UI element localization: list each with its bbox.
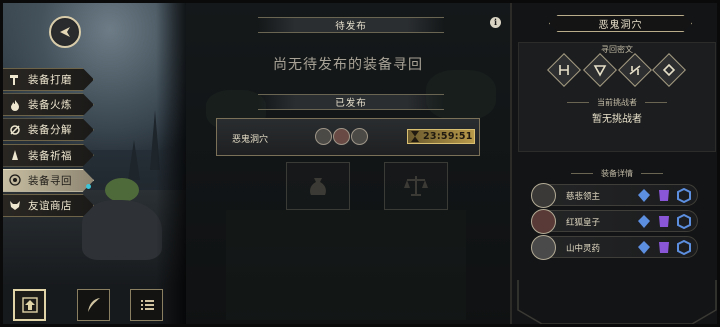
list-button[interactable] [130,289,163,321]
rune-symbol-icon [662,63,676,77]
scale-slot[interactable] [384,162,448,210]
equipment-portrait [531,183,556,208]
menu-item-forge[interactable]: 装备火炼 [0,93,94,117]
challenger-avatar [333,128,350,145]
menu-item-dismantle[interactable]: 装备分解 [0,118,94,142]
panel-shadow [156,0,186,327]
pending-header-label: 待发布 [335,21,367,32]
equipment-portrait [531,235,556,260]
plant-decoration [105,178,139,202]
quest-detail-panel: 恶鬼洞穴 寻回密文 当前挑战者 暂无挑战者 装备详情 慈悲领主 红狐皇子 山中灵… [510,0,720,327]
menu-item-friend-shop[interactable]: 友谊商店 [0,193,94,217]
menu-item-label: 装备祈福 [28,149,72,162]
fox-icon [8,198,22,212]
equipment-name: 山中灵药 [566,244,601,254]
ornate-frame-decoration [517,280,717,325]
challenger-avatar [315,128,332,145]
scene-panel: 装备打磨 装备火炼 装备分解 装备祈福 装备寻回 友谊商店 [0,0,186,327]
purple-armor-icon [659,216,669,227]
timer-value: 23:59:51 [423,131,473,142]
pray-icon [8,148,22,162]
hammer-icon [8,73,22,87]
menu-item-label: 友谊商店 [28,199,72,212]
rune-caption: 寻回密文 [601,45,633,54]
menu-item-label: 装备寻回 [28,174,72,187]
list-icon [140,300,154,310]
reward-slot[interactable] [286,162,350,210]
info-icon[interactable]: i [490,17,501,28]
purple-armor-icon [659,190,669,201]
menu-item-polish[interactable]: 装备打磨 [0,68,94,91]
blue-ring-icon [677,188,691,203]
menu-item-label: 装备火炼 [28,99,72,112]
upload-arrow-icon [21,297,38,313]
equipment-name: 红狐皇子 [566,218,601,228]
publish-button[interactable] [13,289,46,321]
rune-symbol-icon [629,65,641,75]
equipment-row[interactable]: 山中灵药 [531,235,698,260]
flame-icon [8,98,22,112]
side-menu: 装备打磨 装备火炼 装备分解 装备祈福 装备寻回 友谊商店 [0,68,94,219]
feather-button[interactable] [77,289,110,321]
challenger-caption-text: 当前挑战者 [597,98,637,107]
published-quest-row[interactable]: 恶鬼洞穴 23:59:51 [216,118,480,156]
blue-gem-icon [638,189,650,202]
quest-name: 恶鬼洞穴 [232,135,269,145]
money-bag-icon [310,178,326,195]
pending-header: 待发布 [258,17,444,33]
balance-scale-icon [404,176,428,196]
target-icon [8,173,22,187]
equipment-row[interactable]: 红狐皇子 [531,209,698,234]
scatter-icon [8,123,22,137]
equipment-name: 慈悲领主 [566,192,601,202]
quest-board-panel: 待发布 i 尚无待发布的装备寻回 已发布 恶鬼洞穴 23:59:51 [186,0,510,327]
rune-symbol-icon [593,65,607,77]
blue-gem-icon [638,241,650,254]
menu-item-retrieve[interactable]: 装备寻回 [0,168,94,192]
rune-symbol-icon [559,65,569,75]
details-caption-text: 装备详情 [601,169,633,178]
creature-silhouette [82,200,162,260]
back-button[interactable] [49,16,81,48]
menu-item-pray[interactable]: 装备祈福 [0,143,94,167]
equipment-row[interactable]: 慈悲领主 [531,183,698,208]
hourglass-icon [411,131,419,142]
published-header-label: 已发布 [335,98,367,109]
details-caption: 装备详情 [518,168,716,179]
challenger-caption: 当前挑战者 [518,97,716,108]
menu-item-label: 装备分解 [28,124,72,137]
blue-ring-icon [677,240,691,255]
equipment-portrait [531,209,556,234]
countdown-timer: 23:59:51 [407,129,475,144]
bottom-toolbar [13,289,173,321]
detail-title: 恶鬼洞穴 [598,20,643,31]
back-arrow-icon [60,27,70,37]
notification-dot [86,184,91,189]
feather-icon [87,298,100,312]
detail-title-banner: 恶鬼洞穴 [549,15,692,32]
blue-ring-icon [677,214,691,229]
purple-armor-icon [659,242,669,253]
challenger-avatar [351,128,368,145]
blue-gem-icon [638,215,650,228]
challenger-value: 暂无挑战者 [592,114,642,125]
menu-item-label: 装备打磨 [28,74,72,86]
published-header: 已发布 [258,94,444,110]
empty-message: 尚无待发布的装备寻回 [273,57,423,73]
